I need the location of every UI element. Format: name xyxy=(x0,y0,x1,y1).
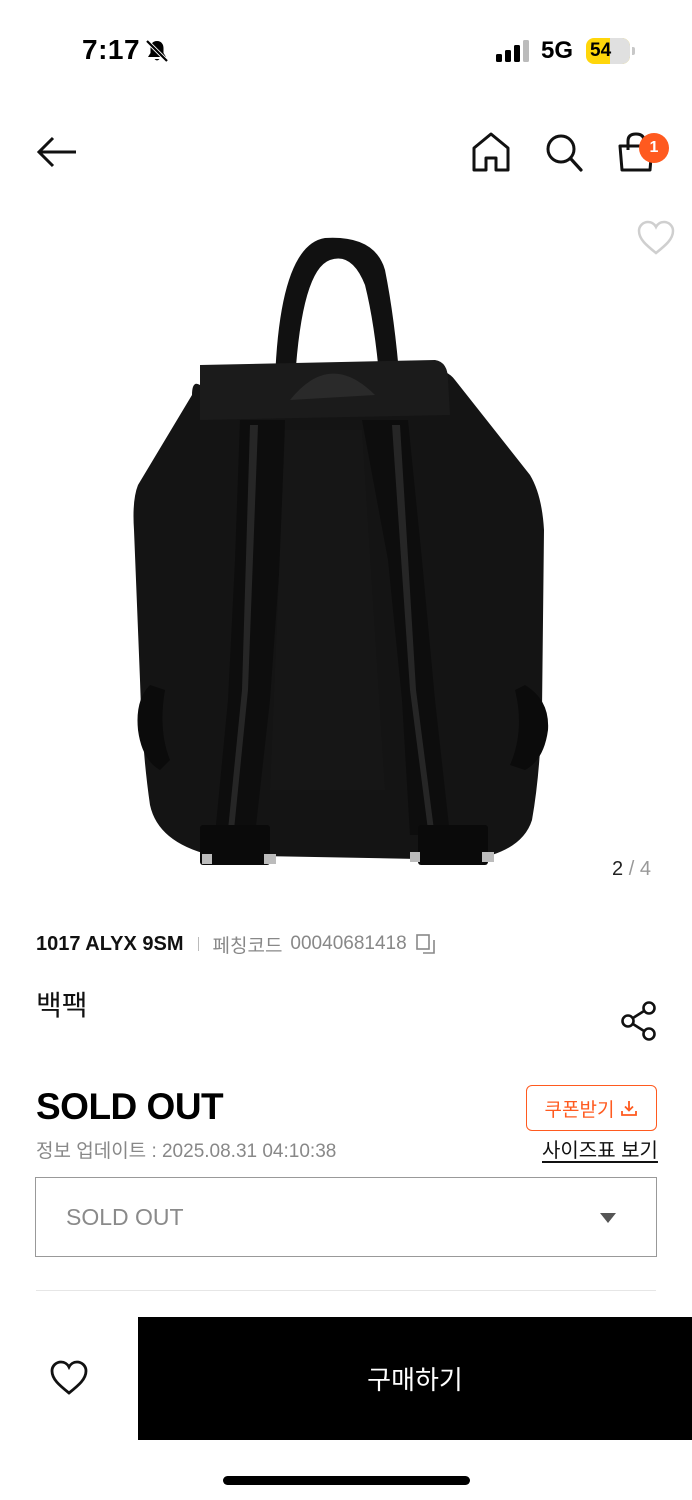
product-code-label: 페칭코드 xyxy=(212,935,283,957)
status-time: 7:17 xyxy=(82,34,141,65)
share-icon[interactable] xyxy=(619,1000,659,1042)
search-icon[interactable] xyxy=(543,130,585,174)
divider xyxy=(197,937,199,951)
option-select-value: SOLD OUT xyxy=(66,1203,184,1230)
pager-current: 2 xyxy=(612,858,624,880)
option-select[interactable]: SOLD OUT xyxy=(35,1177,657,1257)
copy-icon[interactable] xyxy=(415,933,437,955)
top-nav xyxy=(0,118,692,188)
pager-separator: / xyxy=(628,858,635,880)
product-gallery[interactable]: 2 / 4 xyxy=(0,200,692,890)
battery-level: 54 xyxy=(590,40,612,61)
brand-name[interactable]: 1017 ALYX 9SM xyxy=(36,933,184,956)
download-icon xyxy=(621,1101,638,1116)
network-label: 5G xyxy=(541,37,574,64)
image-pager: 2 / 4 xyxy=(612,858,651,881)
status-bar: 7:17 5G 54 xyxy=(0,0,692,100)
pager-total: 4 xyxy=(639,858,651,880)
battery-indicator: 54 xyxy=(586,38,636,64)
chevron-down-icon xyxy=(600,1213,616,1223)
product-code-value: 00040681418 xyxy=(290,933,407,954)
product-name: 백팩 xyxy=(36,990,88,1021)
back-arrow-icon[interactable] xyxy=(34,132,80,172)
size-chart-link[interactable]: 사이즈표 보기 xyxy=(542,1134,658,1163)
cart-count-badge: 1 xyxy=(639,133,669,163)
price-status: SOLD OUT xyxy=(36,1086,224,1127)
heart-icon[interactable] xyxy=(636,218,676,258)
heart-icon[interactable] xyxy=(48,1358,90,1398)
brand-row: 1017 ALYX 9SM 페칭코드 00040681418 xyxy=(36,930,437,958)
bell-muted-icon xyxy=(145,39,169,63)
coupon-button-label: 쿠폰받기 xyxy=(544,1099,615,1121)
home-indicator xyxy=(223,1476,470,1485)
divider xyxy=(36,1290,656,1291)
buy-button[interactable]: 구매하기 xyxy=(138,1317,692,1440)
signal-icon xyxy=(496,40,529,62)
home-icon[interactable] xyxy=(470,130,512,174)
product-image-backpack xyxy=(133,237,549,865)
update-timestamp: 정보 업데이트 : 2025.08.31 04:10:38 xyxy=(36,1141,337,1162)
coupon-button[interactable]: 쿠폰받기 xyxy=(526,1085,657,1131)
